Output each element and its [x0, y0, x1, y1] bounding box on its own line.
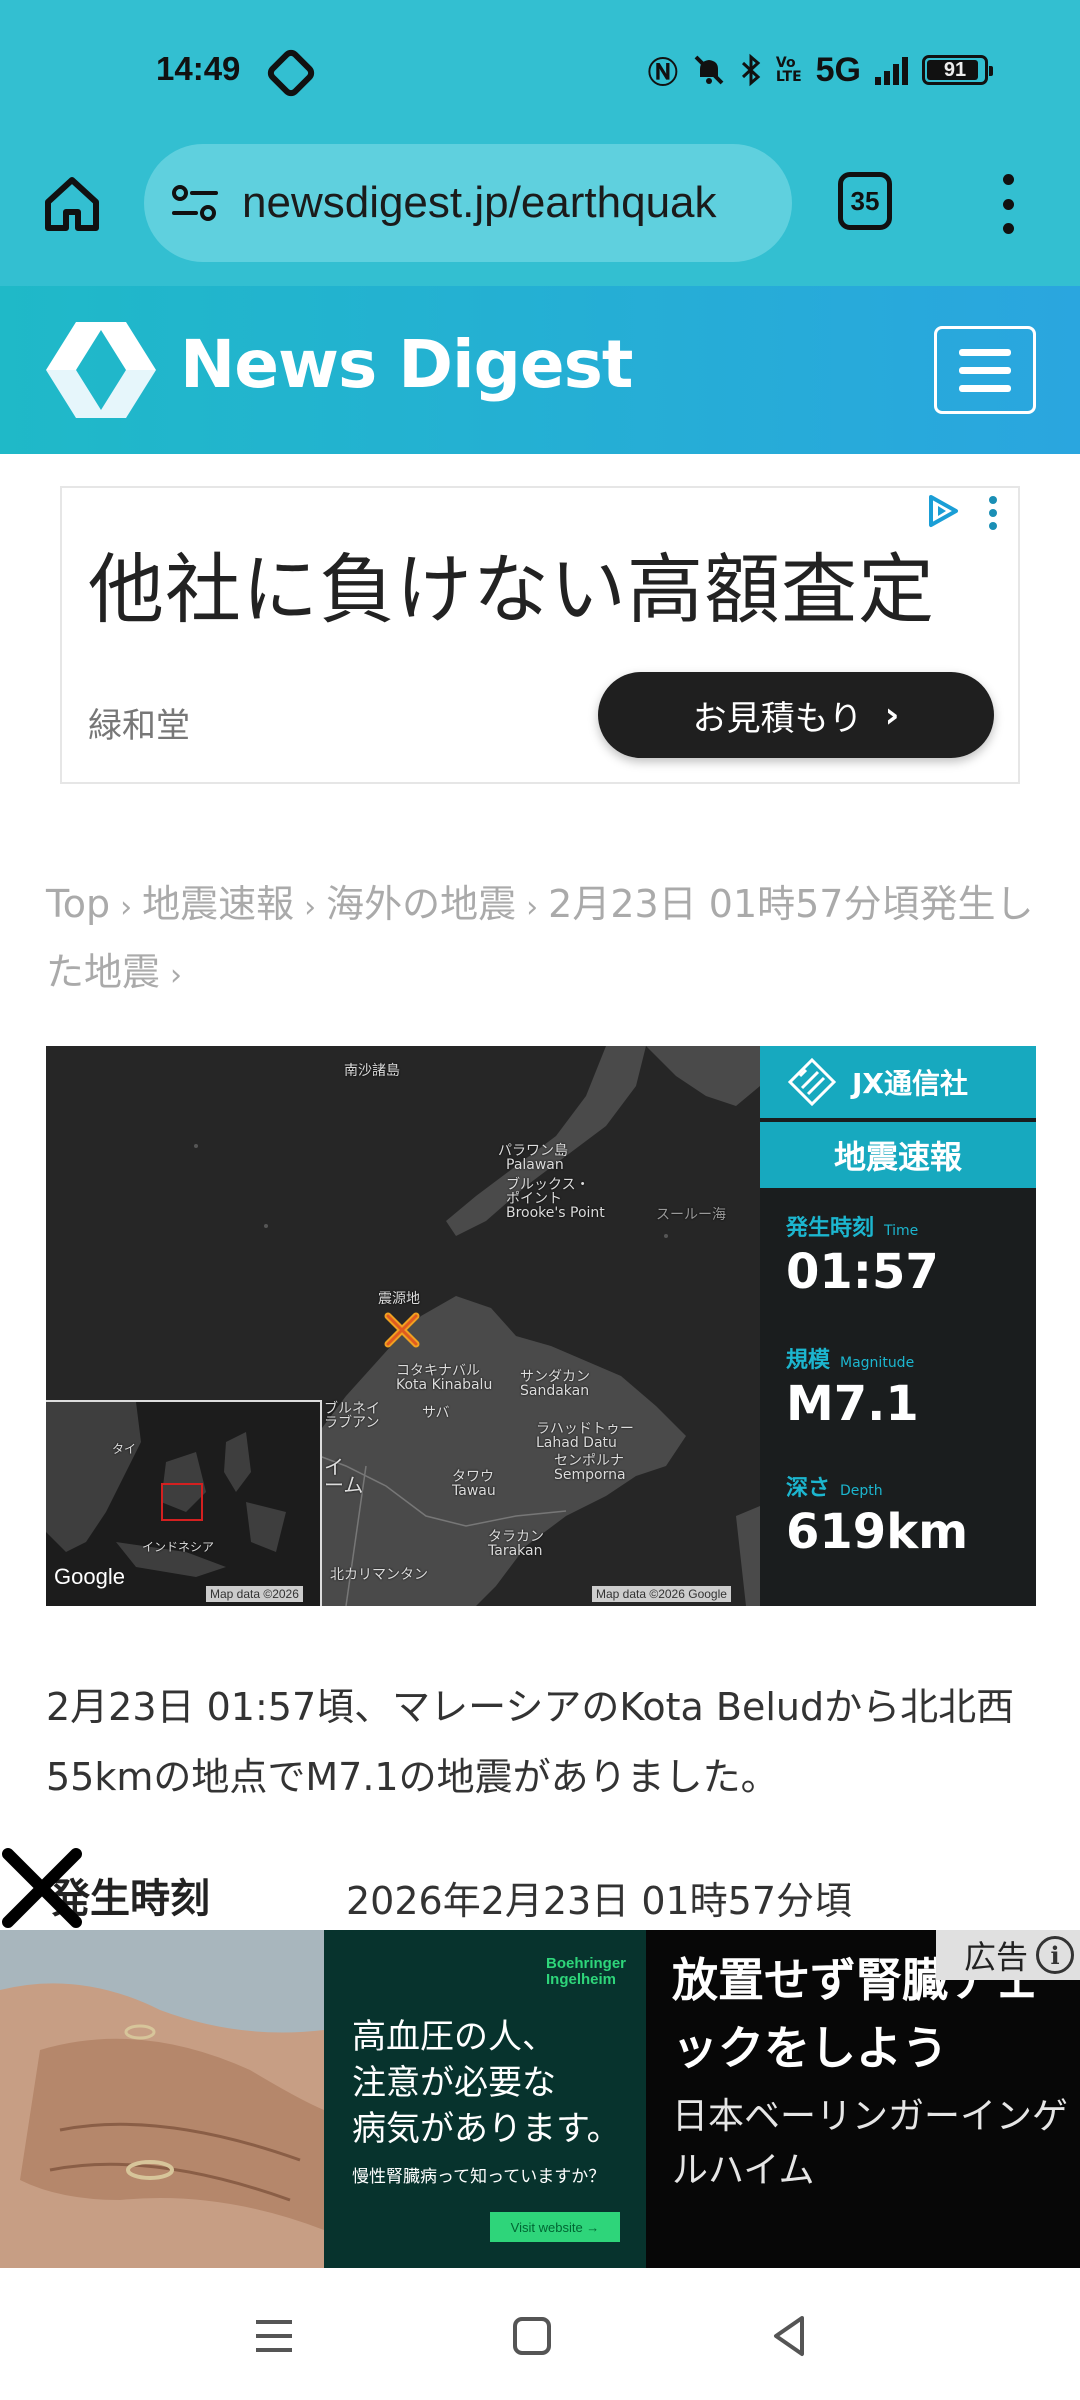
map-label: ーム — [324, 1473, 364, 1497]
magnitude-block: 規模 Magnitude M7.1 — [786, 1342, 1036, 1432]
sponsor-logo: Boehringer Ingelheim — [545, 1955, 626, 1988]
bottom-advertisement[interactable]: Boehringer Ingelheim 高血圧の人、 注意が必要な 病気がありま… — [0, 1930, 1080, 2268]
ad-body-text: 高血圧の人、 注意が必要な 病気があります。 — [352, 2017, 621, 2149]
bluetooth-icon — [741, 53, 761, 87]
recent-apps-icon[interactable] — [246, 2308, 302, 2364]
map-label: Lahad Datu — [536, 1435, 617, 1451]
info-icon[interactable]: i — [1036, 1936, 1074, 1974]
status-time: 14:49 — [156, 50, 241, 87]
ad-advertiser[interactable]: 日本ベーリンガーインゲルハイム — [672, 2090, 1072, 2198]
map-label: ラブアン — [324, 1415, 380, 1431]
nfc-icon: Ⓝ — [647, 56, 678, 91]
agency-header: JX通信社 — [760, 1046, 1036, 1118]
map-label: Tarakan — [488, 1543, 543, 1559]
chevron-right-icon: › — [884, 694, 900, 736]
map-label: サバ — [422, 1405, 450, 1421]
map-label: スールー海 — [656, 1207, 726, 1223]
ad-label-text: 広告 — [963, 1938, 1028, 1976]
close-ad-icon[interactable] — [0, 1846, 84, 1930]
ad-brand[interactable]: 緑和堂 — [88, 698, 190, 747]
map-label: Palawan — [506, 1157, 564, 1173]
info-row-time: 発生時刻 2026年2月23日 01時57分頃 — [0, 1866, 1080, 1930]
breadcrumb-quake-reports[interactable]: 地震速報 — [142, 882, 294, 926]
focus-mode-icon — [264, 46, 318, 100]
volte-icon: Vo LTE — [775, 55, 802, 85]
chevron-right-icon: › — [120, 890, 133, 925]
map-label: Kota Kinabalu — [396, 1377, 493, 1393]
depth-value: 619km — [786, 1504, 969, 1560]
depth-label: 深さ Depth — [786, 1476, 883, 1501]
map-label: Sandakan — [520, 1383, 590, 1399]
ad-text-panel[interactable]: 放置せず腎臓チェックをしよう 日本ベーリンガーインゲルハイム 広告 i — [646, 1930, 1080, 2268]
ad-headline[interactable]: 他社に負けない高額査定 — [88, 528, 935, 638]
adchoices-icon[interactable] — [926, 494, 960, 528]
ad-small-text: 慢性腎臓病って知っていますか？ — [352, 2167, 606, 2187]
ad-green-panel[interactable]: Boehringer Ingelheim 高血圧の人、 注意が必要な 病気がありま… — [324, 1930, 646, 2268]
breadcrumb-overseas-quakes[interactable]: 海外の地震 — [326, 882, 516, 926]
home-icon[interactable] — [40, 172, 104, 236]
google-logo: Google — [54, 1564, 125, 1589]
epicenter-marker-icon — [384, 1312, 420, 1348]
map-label: Tawau — [452, 1483, 496, 1499]
quake-summary: 2月23日 01:57頃、マレーシアのKota Beludから北北西55kmの地… — [46, 1685, 1015, 1799]
time-label: 発生時刻 Time — [786, 1216, 919, 1241]
more-options-icon[interactable] — [990, 174, 1026, 234]
visit-website-button[interactable]: Visit website → — [490, 2212, 620, 2242]
map-attribution-inset: Map data ©2026 — [206, 1586, 303, 1602]
chevron-right-icon: › — [304, 890, 317, 925]
map-label: インドネシア — [142, 1540, 215, 1554]
news-digest-logo[interactable] — [46, 322, 156, 418]
ad-cta-button[interactable]: お見積もり › — [598, 672, 994, 758]
time-block: 発生時刻 Time 01:57 — [786, 1210, 1036, 1300]
network-type: 5G — [815, 50, 861, 89]
url-text[interactable]: newsdigest.jp/earthquak — [242, 178, 717, 228]
hamburger-menu-button[interactable] — [934, 326, 1036, 414]
ad-photo-hands[interactable] — [0, 1930, 324, 2268]
chevron-right-icon: › — [526, 890, 539, 925]
site-name[interactable]: News Digest — [180, 326, 633, 403]
map-label: Brooke's Point — [506, 1205, 605, 1221]
time-value: 01:57 — [786, 1244, 939, 1300]
magnitude-value: M7.1 — [786, 1376, 919, 1432]
system-navigation-bar — [0, 2268, 1080, 2400]
status-icons: Ⓝ Vo LTE 5G 91 — [647, 48, 993, 92]
home-nav-icon[interactable] — [504, 2308, 560, 2364]
panel-title: 地震速報 — [760, 1122, 1036, 1188]
depth-block: 深さ Depth 619km — [786, 1470, 1036, 1560]
map-label: 南沙諸島 — [344, 1063, 400, 1079]
browser-chrome: 14:49 Ⓝ Vo LTE 5G 91 newsdigest.jp/earth… — [0, 0, 1080, 286]
tab-switcher-button[interactable]: 35 — [838, 172, 892, 230]
address-bar-row: newsdigest.jp/earthquak 35 — [0, 140, 1080, 286]
map-label: 震源地 — [378, 1291, 420, 1307]
info-value: 2026年2月23日 01時57分頃 — [346, 1879, 853, 1923]
breadcrumb: Top › 地震速報 › 海外の地震 › 2月23日 01時57分頃発生した地震 › — [46, 872, 1036, 1008]
signal-icon — [875, 55, 908, 85]
quake-info-panel: JX通信社 地震速報 発生時刻 Time 01:57 規模 Magnitude M7… — [760, 1046, 1036, 1606]
hands-illustration — [0, 1930, 324, 2268]
status-bar: 14:49 Ⓝ Vo LTE 5G 91 — [0, 0, 1080, 140]
ad-options-icon[interactable] — [988, 496, 998, 530]
jx-logo-icon — [788, 1058, 836, 1106]
map-attribution-main: Map data ©2026 Google — [592, 1586, 731, 1602]
map-label: 北カリマンタン — [330, 1567, 428, 1583]
ad-cta-label: お見積もり — [692, 698, 863, 739]
agency-name: JX通信社 — [852, 1067, 969, 1100]
chevron-right-icon: › — [170, 958, 183, 993]
mute-icon — [694, 55, 724, 85]
back-icon[interactable] — [762, 2308, 818, 2364]
battery-icon: 91 — [922, 55, 993, 85]
site-settings-icon[interactable] — [170, 183, 220, 223]
breadcrumb-top[interactable]: Top — [46, 882, 110, 926]
ad-label-tag[interactable]: 広告 i — [936, 1930, 1080, 1980]
magnitude-label: 規模 Magnitude — [786, 1348, 915, 1373]
map-label: タイ — [112, 1442, 137, 1456]
site-header: News Digest — [0, 286, 1080, 454]
earthquake-map-card: 南沙諸島 パラワン島 Palawan ブルックス・ ポイント Brooke's … — [46, 1046, 1036, 1606]
battery-percent: 91 — [943, 58, 967, 81]
map-label: Semporna — [554, 1467, 626, 1483]
url-bar[interactable]: newsdigest.jp/earthquak — [144, 144, 792, 262]
top-advertisement[interactable]: 他社に負けない高額査定 緑和堂 お見積もり › — [60, 486, 1020, 784]
